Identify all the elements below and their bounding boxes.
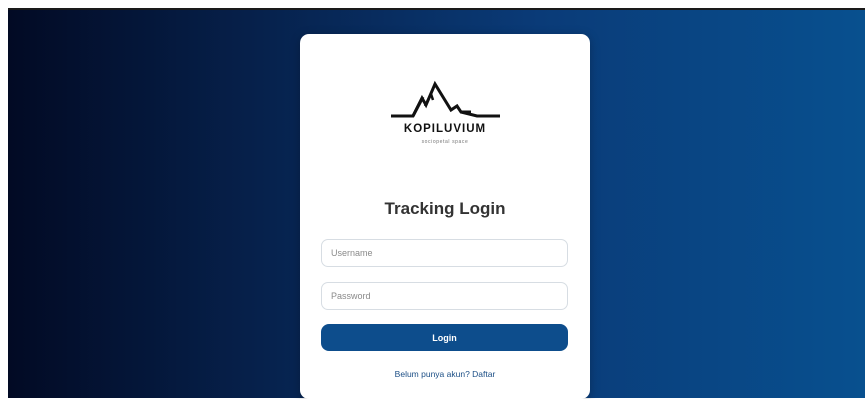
login-button[interactable]: Login [321, 324, 568, 351]
password-input[interactable] [321, 282, 568, 310]
brand-logo: KOPILUVIUM sociopetal space [385, 78, 505, 158]
brand-name: KOPILUVIUM [403, 123, 487, 135]
brand-tagline: sociopetal space [421, 139, 469, 145]
register-prompt: Belum punya akun? Daftar [300, 369, 590, 379]
register-link[interactable]: Belum punya akun? Daftar [395, 369, 496, 379]
login-card: KOPILUVIUM sociopetal space Tracking Log… [300, 34, 590, 399]
page-background: KOPILUVIUM sociopetal space Tracking Log… [8, 8, 865, 399]
username-input[interactable] [321, 239, 568, 267]
mountain-logo-icon [391, 80, 500, 118]
top-border [8, 8, 865, 10]
login-title: Tracking Login [384, 199, 506, 218]
